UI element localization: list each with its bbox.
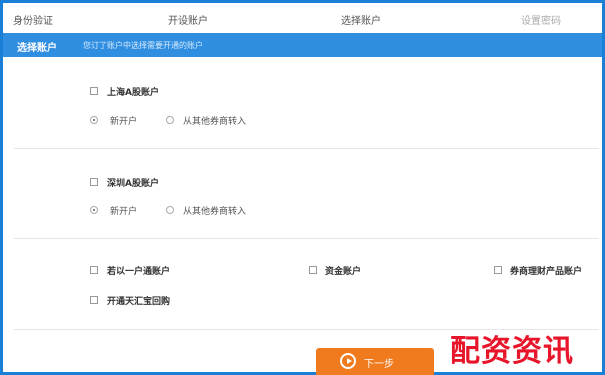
- repo-service-checkbox[interactable]: [90, 296, 98, 304]
- step-select-account: 选择账户: [341, 16, 381, 27]
- divider: [14, 238, 599, 239]
- repo-service-label: 开通天汇宝回购: [107, 297, 171, 307]
- next-step-button[interactable]: 下一步: [316, 348, 434, 375]
- shanghai-a-label: 上海A股账户: [107, 88, 159, 98]
- wealth-product-checkbox[interactable]: [494, 266, 502, 274]
- wealth-product-label: 券商理财产品账户: [510, 267, 583, 277]
- step-open-account: 开设账户: [168, 16, 208, 27]
- shanghai-a-checkbox[interactable]: [90, 87, 98, 95]
- watermark: 配资资讯: [450, 334, 574, 369]
- shanghai-transfer-label: 从其他券商转入: [183, 117, 247, 127]
- banner-hint: 您订了账户中选择需要开通的账户: [83, 41, 203, 50]
- fund-account-checkbox[interactable]: [309, 266, 317, 274]
- shenzhen-new-account-radio[interactable]: [90, 206, 98, 214]
- banner-title: 选择账户: [17, 43, 57, 54]
- one-account-checkbox[interactable]: [90, 266, 98, 274]
- arrow-right-circle-icon: [340, 353, 356, 369]
- one-account-label: 若以一户通账户: [107, 267, 171, 277]
- shanghai-transfer-radio[interactable]: [166, 116, 174, 124]
- step-set-password: 设置密码: [521, 16, 561, 27]
- shenzhen-a-label: 深圳A股账户: [107, 179, 159, 189]
- shanghai-new-account-label: 新开户: [110, 117, 138, 127]
- step-identity: 身份验证: [13, 16, 53, 27]
- divider: [14, 148, 599, 149]
- shanghai-new-account-radio[interactable]: [90, 116, 98, 124]
- step-indicator: 身份验证 开设账户 选择账户 设置密码: [3, 3, 602, 33]
- shenzhen-a-checkbox[interactable]: [90, 178, 98, 186]
- shenzhen-transfer-radio[interactable]: [166, 206, 174, 214]
- section-banner: 选择账户 您订了账户中选择需要开通的账户: [3, 33, 602, 57]
- fund-account-label: 资金账户: [325, 267, 362, 277]
- shenzhen-new-account-label: 新开户: [110, 207, 138, 217]
- next-step-label: 下一步: [364, 359, 394, 370]
- shenzhen-transfer-label: 从其他券商转入: [183, 207, 247, 217]
